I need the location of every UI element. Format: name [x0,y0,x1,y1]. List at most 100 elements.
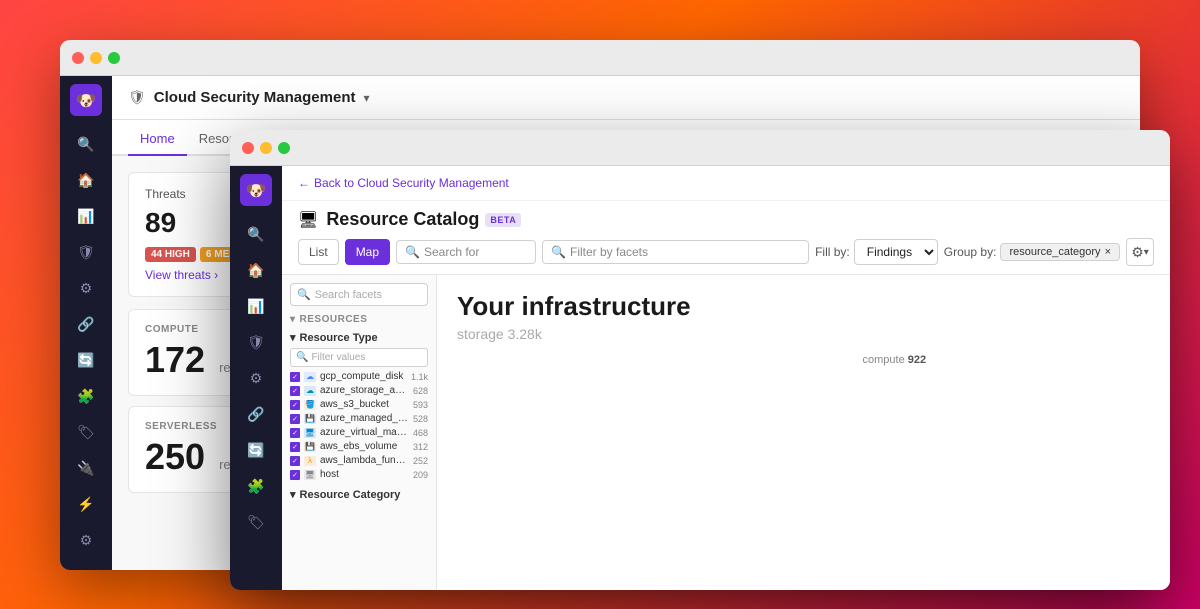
filter-name-lambda: aws_lambda_funct... [320,455,409,466]
catalog-title: Resource Catalog BETA [326,209,521,230]
resource-type-section[interactable]: ▾ Resource Type [290,331,428,344]
second-sidebar-refresh[interactable]: 🔄 [240,434,272,466]
toolbar: List Map 🔍 Search for 🔍 Filter by facets… [282,230,1170,275]
filter-item-azure-storage[interactable]: ✓ ☁ azure_storage_acc... 628 [290,385,428,396]
second-sidebar-link[interactable]: 🔗 [240,398,272,430]
compute-map-label: compute 922 [863,354,1151,366]
sidebar-icon-tag[interactable]: 🏷 [70,416,102,448]
icon-azure-storage: ☁ [304,386,316,396]
check-azure-vm: ✓ [290,428,300,438]
fill-by-select[interactable]: Findings [854,239,938,265]
resource-category-section[interactable]: ▾ Resource Category [290,488,428,501]
resources-header: ▾ RESOURCES [290,314,428,325]
filter-values-search[interactable]: 🔍 Filter values [290,348,428,367]
main-sidebar: 🐶 🔍 🏠 📊 🛡 ⚙ 🔗 🔄 🧩 🏷 🔌 ⚡ ⚙ [60,76,112,570]
search-icon: 🔍 [405,245,420,259]
icon-gcp: ☁ [304,372,316,382]
filter-item-ebs[interactable]: ✓ 💾 aws_ebs_volume 312 [290,441,428,452]
group-tag: resource_category × [1000,243,1120,261]
fill-by: Fill by: Findings [815,239,938,265]
filter-input[interactable]: 🔍 Filter by facets [542,240,809,264]
tl-fullscreen[interactable] [108,52,120,64]
map-panel: Your infrastructure storage 3.28k (funct… [437,275,1170,590]
infra-subtitle: storage 3.28k [457,326,1150,342]
facet-search-icon: 🔍 [297,288,311,301]
second-sidebar-shield[interactable]: 🛡 [240,326,272,358]
check-lambda: ✓ [290,456,300,466]
sidebar-icon-home[interactable]: 🏠 [70,164,102,196]
filter-item-azure-managed[interactable]: ✓ 💾 azure_managed_di... 528 [290,413,428,424]
back-nav[interactable]: ← Back to Cloud Security Management [282,166,1170,201]
left-panel: 🔍 Search facets ▾ RESOURCES ▾ Resource T… [282,275,437,590]
second-sidebar-home[interactable]: 🏠 [240,254,272,286]
catalog-body: 🔍 Search facets ▾ RESOURCES ▾ Resource T… [282,275,1170,590]
catalog-icon: 🖥 [298,210,318,230]
chevron-down-icon: ▾ [290,314,296,325]
second-window: 🐶 🔍 🏠 📊 🛡 ⚙ 🔗 🔄 🧩 🏷 ← Back to Cloud Secu… [230,130,1170,590]
second-tl-close[interactable] [242,142,254,154]
high-badge: 44 HIGH [145,247,196,262]
facet-search[interactable]: 🔍 Search facets [290,283,428,306]
search-for-input[interactable]: 🔍 Search for [396,240,536,264]
sidebar-icon-plugin[interactable]: 🔌 [70,452,102,484]
filter-item-lambda[interactable]: ✓ λ aws_lambda_funct... 252 [290,455,428,466]
list-view-btn[interactable]: List [298,239,339,265]
check-azure-managed: ✓ [290,414,300,424]
sidebar-icon-settings[interactable]: ⚙ [70,272,102,304]
second-sidebar-chart[interactable]: 📊 [240,290,272,322]
second-sidebar-search[interactable]: 🔍 [240,218,272,250]
tl-minimize[interactable] [90,52,102,64]
check-s3: ✓ [290,400,300,410]
second-tl-minimize[interactable] [260,142,272,154]
icon-azure-managed: 💾 [304,414,316,424]
dropdown-arrow[interactable]: ▾ [363,91,369,105]
filter-item-host[interactable]: ✓ 🖥 host 209 [290,469,428,480]
sidebar-icon-search[interactable]: 🔍 [70,128,102,160]
sidebar-icon-lightning[interactable]: ⚡ [70,488,102,520]
storage-map: (function() { const colors = ['#d9534f',… [457,354,851,590]
sidebar-icon-shield[interactable]: 🛡 [70,236,102,268]
sidebar-icon-dashboard[interactable]: 📊 [70,200,102,232]
catalog-header: 🖥 Resource Catalog BETA [282,201,1170,230]
compute-map: (function() { const colors = ['#28a745',… [863,372,1151,590]
facet-search-placeholder: Search facets [315,289,382,301]
second-sidebar-settings[interactable]: ⚙ [240,362,272,394]
main-titlebar [60,40,1140,76]
filter-count-azure-managed: 528 [413,414,428,424]
tl-close[interactable] [72,52,84,64]
storage-section: (function() { const colors = ['#d9534f',… [457,354,851,590]
map-grid: (function() { const colors = ['#d9534f',… [457,354,1150,590]
filter-name-azure-vm: azure_virtual_mac... [320,427,409,438]
back-link-text: Back to Cloud Security Management [314,176,509,190]
group-by: Group by: resource_category × [944,243,1120,261]
tab-home[interactable]: Home [128,123,187,156]
top-bar: 🛡 Cloud Security Management ▾ [112,76,1140,120]
sidebar-icon-link[interactable]: 🔗 [70,308,102,340]
filter-item-gcp[interactable]: ✓ ☁ gcp_compute_disk 1.1k [290,371,428,382]
settings-btn[interactable]: ⚙ ▾ [1126,238,1154,266]
resource-category-label: Resource Category [300,489,401,501]
second-tl-fullscreen[interactable] [278,142,290,154]
map-view-btn[interactable]: Map [345,239,390,265]
icon-host: 🖥 [304,470,316,480]
filter-count-lambda: 252 [413,456,428,466]
filter-name-azure-managed: azure_managed_di... [320,413,409,424]
filter-name-gcp: gcp_compute_disk [320,371,407,382]
filter-item-azure-vm[interactable]: ✓ 🖥 azure_virtual_mac... 468 [290,427,428,438]
back-arrow: ← [298,176,310,190]
filter-item-s3[interactable]: ✓ 🪣 aws_s3_bucket 593 [290,399,428,410]
check-host: ✓ [290,470,300,480]
page-title: Cloud Security Management [154,89,356,106]
settings-icon: ⚙ [1131,244,1144,261]
filter-values-icon: 🔍 [296,352,308,363]
sidebar-icon-gear[interactable]: ⚙ [70,524,102,556]
second-sidebar-puzzle[interactable]: 🧩 [240,470,272,502]
sidebar-icon-refresh[interactable]: 🔄 [70,344,102,376]
sidebar-icon-puzzle[interactable]: 🧩 [70,380,102,412]
filter-count-host: 209 [413,470,428,480]
shield-icon: 🛡 [128,89,146,106]
second-sidebar-tag[interactable]: 🏷 [240,506,272,538]
traffic-lights [72,52,120,64]
filter-count-gcp: 1.1k [411,372,428,382]
group-tag-close[interactable]: × [1105,246,1111,258]
